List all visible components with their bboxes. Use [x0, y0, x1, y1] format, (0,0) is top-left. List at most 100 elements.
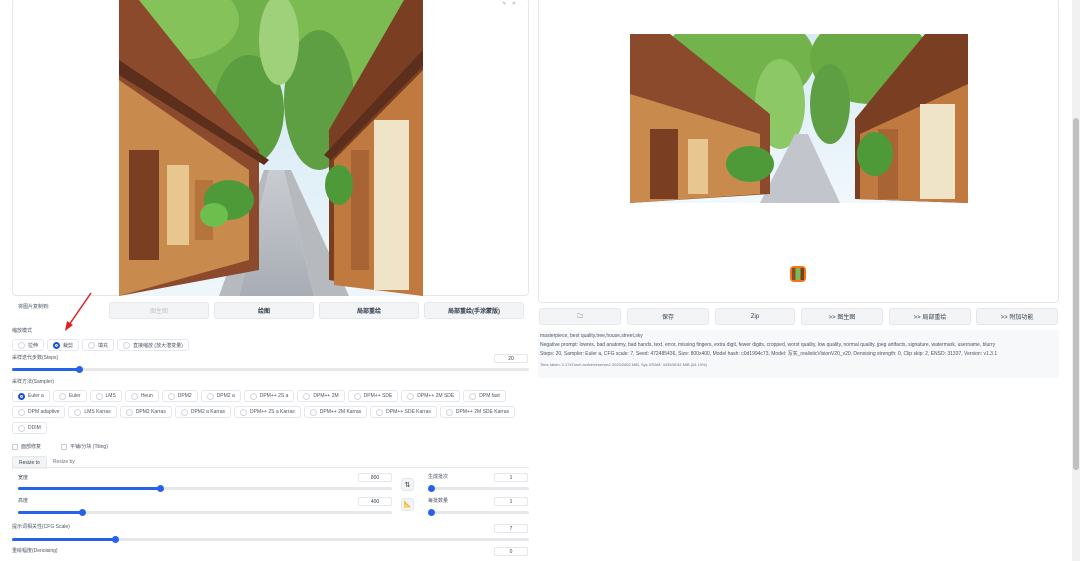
send-to-label: 将图片复制到: — [18, 304, 50, 310]
radio-label: DPM++ 2S a — [259, 393, 289, 399]
batch-count-input[interactable]: 1 — [494, 473, 528, 482]
resize-mode-crop[interactable]: 裁剪 — [47, 339, 80, 351]
sampler-option[interactable]: DPM fast — [463, 390, 506, 402]
sampler-option[interactable]: DPM2 a — [200, 390, 241, 402]
send-to-inpaint-button[interactable]: 局部重绘 — [319, 302, 419, 319]
send-to-inpaint-sketch-button[interactable]: 局部重绘(手涂蒙版) — [424, 302, 524, 319]
resize-mode-group: 拉伸 裁剪 填充 直接缩放 (放大潜变量) — [12, 339, 189, 351]
slider-thumb[interactable] — [112, 536, 120, 543]
radio-label: DPM2 Karras — [135, 409, 166, 415]
radio-dot — [53, 341, 61, 349]
radio-dot — [18, 424, 25, 432]
resize-mode-stretch[interactable]: 拉伸 — [12, 339, 45, 351]
slider-fill — [18, 511, 82, 514]
radio-dot — [376, 408, 384, 416]
sampler-option[interactable]: DPM++ 2M — [297, 390, 345, 402]
resize-tab-underline — [12, 467, 529, 468]
sampler-option[interactable]: Heun — [124, 390, 159, 402]
send-to-img2img-button[interactable]: 图生图 — [109, 302, 209, 319]
sampler-option[interactable]: DPM++ 2S a Karras — [234, 406, 301, 418]
sampler-row-3: DDIM — [12, 422, 47, 434]
send-to-sketch-button[interactable]: 绘图 — [214, 302, 314, 319]
send-img2img-button[interactable]: >> 图生图 — [801, 308, 883, 325]
height-label: 高度 — [18, 498, 29, 504]
radio-dot — [130, 392, 138, 400]
denoise-label: 重绘幅度(Denoising) — [12, 548, 58, 554]
radio-label: Euler a — [28, 393, 44, 399]
steps-slider[interactable] — [12, 366, 529, 373]
width-slider[interactable] — [18, 485, 392, 492]
radio-dot — [95, 392, 103, 400]
radio-dot — [18, 392, 25, 400]
slider-thumb[interactable] — [157, 485, 165, 492]
open-folder-button[interactable]: 🗀 — [539, 308, 621, 325]
slider-thumb[interactable] — [428, 485, 435, 492]
height-slider[interactable] — [18, 509, 392, 516]
sampler-option[interactable]: DPM2 a Karras — [174, 406, 232, 418]
resize-mode-fill[interactable]: 填充 — [82, 339, 115, 351]
auto-size-button[interactable]: 📐 — [401, 498, 414, 511]
width-input[interactable]: 800 — [358, 473, 392, 482]
folder-icon: 🗀 — [576, 313, 583, 320]
batch-size-slider[interactable] — [428, 509, 529, 516]
thumbnail-preview — [792, 268, 804, 280]
radio-dot — [58, 392, 66, 400]
denoise-input[interactable]: 0 — [494, 547, 528, 556]
output-image[interactable] — [630, 34, 968, 203]
radio-dot — [445, 408, 453, 416]
sampler-option[interactable]: LMS Karras — [68, 406, 117, 418]
panel-corner-icons[interactable]: ✎ ✕ — [502, 1, 518, 7]
gallery-thumbnail[interactable] — [790, 266, 806, 282]
info-params: Steps: 20, Sampler: Euler a, CFG scale: … — [540, 351, 998, 357]
batch-size-input[interactable]: 1 — [494, 497, 528, 506]
radio-dot — [240, 408, 248, 416]
cfg-input[interactable]: 7 — [494, 524, 528, 533]
slider-thumb[interactable] — [78, 509, 86, 516]
sampler-option[interactable]: DPM2 — [161, 390, 198, 402]
tiling-checkbox[interactable]: 平铺/分块 (Tiling) — [61, 443, 108, 450]
height-input[interactable]: 400 — [358, 497, 392, 506]
info-prompt: masterpiece, best quality,tree,house,str… — [540, 333, 643, 339]
sampler-option[interactable]: DPM2 Karras — [119, 406, 172, 418]
radio-label: 拉伸 — [28, 342, 39, 349]
scrollbar-thumb[interactable] — [1073, 118, 1079, 470]
checkbox-label: 面部修复 — [21, 444, 42, 450]
zip-button[interactable]: Zip — [715, 308, 795, 325]
slider-fill — [18, 487, 161, 490]
sampler-option[interactable]: DDIM — [12, 422, 47, 434]
annotation-arrow — [65, 292, 92, 331]
slider-fill — [12, 368, 80, 371]
sampler-option[interactable]: Euler a — [12, 390, 50, 402]
send-inpaint-button[interactable]: >> 局部重绘 — [889, 308, 971, 325]
sampler-option[interactable]: LMS — [89, 390, 122, 402]
cfg-slider[interactable] — [12, 536, 529, 543]
radio-dot — [18, 341, 25, 349]
slider-thumb[interactable] — [428, 509, 435, 516]
slider-thumb[interactable] — [76, 366, 84, 373]
radio-label: DPM++ 2M Karras — [319, 409, 362, 415]
batch-count-slider[interactable] — [428, 485, 529, 492]
sampler-option[interactable]: DPM++ 2M Karras — [303, 406, 368, 418]
checkbox-label: 平铺/分块 (Tiling) — [70, 444, 108, 450]
sampler-option[interactable]: DPM adaptive — [12, 406, 66, 418]
steps-input[interactable]: 20 — [494, 354, 528, 363]
sampler-option[interactable]: DPM++ 2M SDE Karras — [439, 406, 515, 418]
restore-faces-checkbox[interactable]: 面部修复 — [12, 443, 41, 450]
sampler-option[interactable]: Euler — [52, 390, 87, 402]
swap-dimensions-button[interactable]: ⇅ — [401, 478, 414, 491]
radio-dot — [88, 341, 96, 349]
radio-label: LMS Karras — [84, 409, 111, 415]
radio-label: Heun — [140, 393, 153, 399]
swap-icon: ⇅ — [404, 481, 411, 489]
batch-size-label: 每批数量 — [428, 498, 449, 504]
send-extras-button[interactable]: >> 附加功能 — [976, 308, 1058, 325]
resize-mode-latent[interactable]: 直接缩放 (放大潜变量) — [117, 339, 189, 351]
sampler-option[interactable]: DPM++ 2S a — [243, 390, 295, 402]
sampler-option[interactable]: DPM++ SDE Karras — [370, 406, 437, 418]
save-button[interactable]: 保存 — [627, 308, 709, 325]
generation-info: masterpiece, best quality,tree,house,str… — [538, 330, 1059, 378]
sampler-option[interactable]: DPM++ 2M SDE — [401, 390, 461, 402]
radio-label: DPM2 a — [216, 393, 235, 399]
radio-label: 裁剪 — [63, 342, 74, 349]
sampler-option[interactable]: DPM++ SDE — [347, 390, 399, 402]
